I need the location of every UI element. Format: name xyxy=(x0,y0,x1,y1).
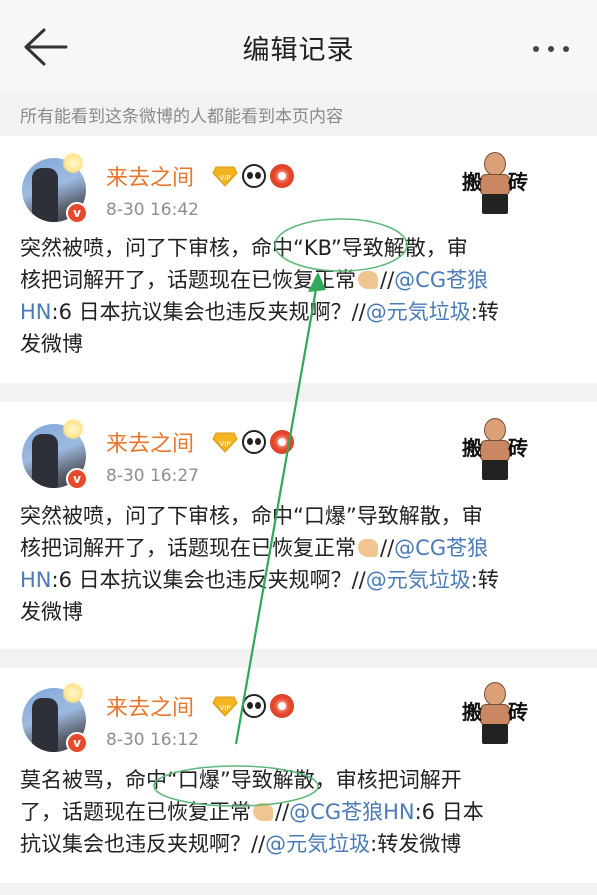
svg-text:VIP: VIP xyxy=(219,704,230,712)
content-line: 突然被喷，问了下审核，命中“KB”导致解散，审 xyxy=(20,232,580,264)
fire-badge-icon xyxy=(270,430,294,454)
content-line: 突然被喷，问了下审核，命中“口爆”导致解散，审 xyxy=(20,500,580,532)
panda-icon xyxy=(242,694,266,718)
content-line: 莫名被骂，命中“口爆”导致解散，审核把词解开 xyxy=(20,764,580,796)
praying-hands-emoji-icon xyxy=(358,271,378,289)
sticker-char: 搬 xyxy=(462,700,482,724)
content-text: 核把词解开了，话题现在已恢复正常 xyxy=(20,268,356,292)
avatar[interactable]: v xyxy=(22,152,88,224)
username[interactable]: 来去之间 xyxy=(106,690,194,722)
user-mention-link[interactable]: @CG苍狼HN xyxy=(289,800,414,824)
more-dots-icon[interactable] xyxy=(527,30,575,66)
user-badges: VIP xyxy=(212,430,294,454)
user-badges: VIP xyxy=(212,694,294,718)
content-text: // xyxy=(275,800,290,824)
user-mention-link[interactable]: @元気垃圾 xyxy=(265,832,370,856)
panda-icon xyxy=(242,164,266,188)
content-text: :转 xyxy=(470,300,499,324)
content-text: 了，话题现在已恢复正常 xyxy=(20,800,251,824)
edit-record-card: v 来去之间 VIP 8-30 16:42 搬 砖 突然被喷，问了下审核，命中“… xyxy=(0,136,597,383)
post-timestamp: 8-30 16:27 xyxy=(106,466,199,486)
user-badges: VIP xyxy=(212,164,294,188)
content-line: HN:6 日本抗议集会也违反夹规啊？//@元気垃圾:转 xyxy=(20,296,580,328)
content-text: 发微博 xyxy=(20,332,83,356)
content-line: 抗议集会也违反夹规啊？//@元気垃圾:转发微博 xyxy=(20,828,580,860)
praying-hands-emoji-icon xyxy=(358,539,378,557)
vip-diamond-icon: VIP xyxy=(212,165,238,187)
content-line: 核把词解开了，话题现在已恢复正常 //@CG苍狼 xyxy=(20,264,580,296)
edit-record-card: v 来去之间 VIP 8-30 16:12 搬 砖 莫名被骂，命中“口爆”导致解… xyxy=(0,668,597,883)
content-text: :转发微博 xyxy=(370,832,462,856)
sticker-char: 砖 xyxy=(508,700,528,724)
panda-icon xyxy=(242,430,266,454)
content-text: 抗议集会也违反夹规啊？// xyxy=(20,832,266,856)
avatar-sun-decoration xyxy=(62,418,84,440)
content-text: 核把词解开了，话题现在已恢复正常 xyxy=(20,536,356,560)
avatar[interactable]: v xyxy=(22,682,88,754)
user-mention-link[interactable]: HN xyxy=(20,568,52,592)
content-line: 了，话题现在已恢复正常 //@CG苍狼HN:6 日本 xyxy=(20,796,580,828)
content-text: 突然被喷，问了下审核，命中“KB”导致解散，审 xyxy=(20,236,468,260)
content-line: HN:6 日本抗议集会也违反夹规啊？//@元気垃圾:转 xyxy=(20,564,580,596)
sticker-char: 搬 xyxy=(462,170,482,194)
username[interactable]: 来去之间 xyxy=(106,426,194,458)
praying-hands-emoji-icon xyxy=(253,803,273,821)
fire-badge-icon xyxy=(270,164,294,188)
content-text: :6 日本 xyxy=(414,800,484,824)
content-text: :转 xyxy=(470,568,499,592)
edit-record-card: v 来去之间 VIP 8-30 16:27 搬 砖 突然被喷，问了下审核，命中“… xyxy=(0,402,597,649)
verified-badge-icon: v xyxy=(66,202,88,224)
content-text: // xyxy=(380,536,395,560)
post-content: 突然被喷，问了下审核，命中“口爆”导致解散，审 核把词解开了，话题现在已恢复正常 /… xyxy=(20,500,580,628)
svg-text:VIP: VIP xyxy=(219,440,230,448)
user-mention-link[interactable]: @元気垃圾 xyxy=(366,568,471,592)
user-mention-link[interactable]: HN xyxy=(20,300,52,324)
vip-diamond-icon: VIP xyxy=(212,431,238,453)
content-text: 发微博 xyxy=(20,600,83,624)
content-text: 莫名被骂，命中“口爆”导致解散，审核把词解开 xyxy=(20,768,462,792)
avatar-sun-decoration xyxy=(62,682,84,704)
sticker-char: 砖 xyxy=(508,436,528,460)
post-content: 莫名被骂，命中“口爆”导致解散，审核把词解开 了，话题现在已恢复正常 //@CG苍狼… xyxy=(20,764,580,860)
content-text: :6 日本抗议集会也违反夹规啊？// xyxy=(51,300,366,324)
content-line: 发微博 xyxy=(20,328,580,360)
content-text: // xyxy=(380,268,395,292)
avatar-sun-decoration xyxy=(62,152,84,174)
username[interactable]: 来去之间 xyxy=(106,160,194,192)
content-line: 发微博 xyxy=(20,596,580,628)
sticker-char: 搬 xyxy=(462,436,482,460)
content-line: 核把词解开了，话题现在已恢复正常 //@CG苍狼 xyxy=(20,532,580,564)
verified-badge-icon: v xyxy=(66,468,88,490)
vip-diamond-icon: VIP xyxy=(212,695,238,717)
user-mention-link[interactable]: @元気垃圾 xyxy=(366,300,471,324)
top-bar: 编辑记录 xyxy=(0,0,597,92)
post-content: 突然被喷，问了下审核，命中“KB”导致解散，审 核把词解开了，话题现在已恢复正常 /… xyxy=(20,232,580,360)
fire-badge-icon xyxy=(270,694,294,718)
brick-moving-sticker-icon: 搬 砖 xyxy=(462,152,530,216)
svg-text:VIP: VIP xyxy=(219,174,230,182)
content-text: :6 日本抗议集会也违反夹规啊？// xyxy=(51,568,366,592)
brick-moving-sticker-icon: 搬 砖 xyxy=(462,682,530,746)
user-mention-link[interactable]: @CG苍狼 xyxy=(394,268,488,292)
post-timestamp: 8-30 16:42 xyxy=(106,200,199,220)
verified-badge-icon: v xyxy=(66,732,88,754)
content-text: 突然被喷，问了下审核，命中“口爆”导致解散，审 xyxy=(20,504,483,528)
visibility-notice: 所有能看到这条微博的人都能看到本页内容 xyxy=(20,107,343,127)
brick-moving-sticker-icon: 搬 砖 xyxy=(462,418,530,482)
avatar[interactable]: v xyxy=(22,418,88,490)
post-timestamp: 8-30 16:12 xyxy=(106,730,199,750)
sticker-char: 砖 xyxy=(508,170,528,194)
page-title: 编辑记录 xyxy=(242,35,355,66)
user-mention-link[interactable]: @CG苍狼 xyxy=(394,536,488,560)
